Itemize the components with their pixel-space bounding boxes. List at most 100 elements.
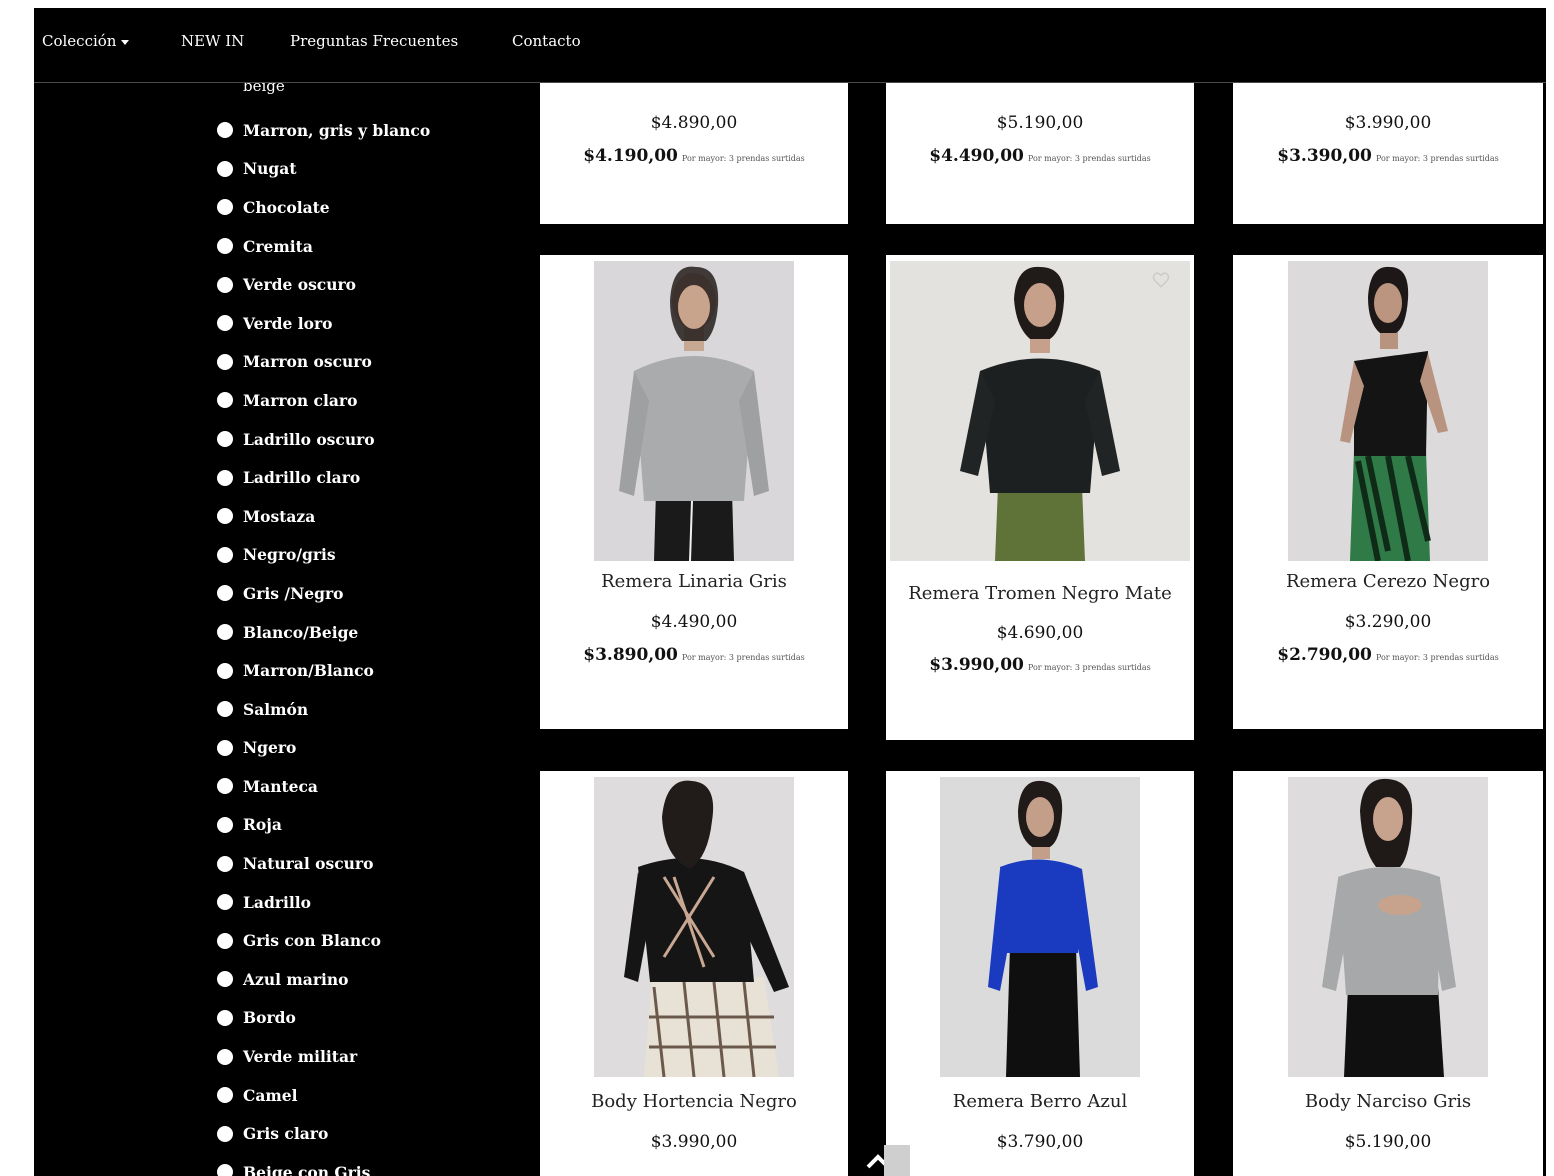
color-option[interactable]: Verde oscuro xyxy=(217,265,430,304)
color-option[interactable]: Marron, gris y blanco xyxy=(217,111,430,150)
radio-button[interactable] xyxy=(217,624,233,641)
radio-button[interactable] xyxy=(217,160,233,177)
radio-button[interactable] xyxy=(217,585,233,602)
product-card[interactable]: Remera Berro Azul $3.790,00 xyxy=(886,771,1194,1176)
color-option[interactable]: Roja xyxy=(217,806,430,845)
product-name[interactable]: Remera Tromen Negro Mate xyxy=(886,583,1194,604)
color-option[interactable]: Gris /Negro xyxy=(217,574,430,613)
radio-button[interactable] xyxy=(217,238,233,255)
color-option[interactable]: Chocolate xyxy=(217,188,430,227)
wholesale-price: $3.390,00 xyxy=(1277,146,1372,166)
color-option-label: Verde loro xyxy=(243,313,333,333)
radio-button[interactable] xyxy=(217,469,233,486)
wholesale-price: $3.990,00 xyxy=(929,655,1024,675)
radio-button[interactable] xyxy=(217,894,233,911)
color-option-label: Ladrillo oscuro xyxy=(243,429,375,449)
wholesale-price: $3.890,00 xyxy=(583,645,678,665)
color-option[interactable]: Ladrillo claro xyxy=(217,458,430,497)
color-option[interactable]: Marron/Blanco xyxy=(217,651,430,690)
heart-icon[interactable] xyxy=(1152,271,1170,289)
color-option[interactable]: Camel xyxy=(217,1076,430,1115)
color-option[interactable]: Natural oscuro xyxy=(217,844,430,883)
product-wholesale: $4.490,00 Por mayor: 3 prendas surtidas xyxy=(886,146,1194,166)
radio-button[interactable] xyxy=(217,1087,233,1104)
color-option[interactable]: Verde loro xyxy=(217,304,430,343)
radio-button[interactable] xyxy=(217,546,233,563)
radio-button[interactable] xyxy=(217,932,233,949)
color-option[interactable]: Nugat xyxy=(217,150,430,189)
radio-button[interactable] xyxy=(217,971,233,988)
color-option[interactable]: Marron oscuro xyxy=(217,343,430,382)
radio-button[interactable] xyxy=(217,1009,233,1026)
product-image[interactable] xyxy=(1288,777,1488,1077)
color-filter-sidebar: beige Marron, gris y blanco Nugat Chocolat… xyxy=(34,83,534,1176)
radio-button[interactable] xyxy=(217,431,233,448)
color-option[interactable]: Marron claro xyxy=(217,381,430,420)
product-image[interactable] xyxy=(890,261,1190,561)
radio-button[interactable] xyxy=(217,122,233,139)
color-option[interactable]: Bordo xyxy=(217,999,430,1038)
product-card[interactable]: $5.190,00 $4.490,00 Por mayor: 3 prendas … xyxy=(886,83,1194,224)
color-option[interactable]: Gris con Blanco xyxy=(217,921,430,960)
color-option[interactable]: Manteca xyxy=(217,767,430,806)
product-name[interactable]: Body Hortencia Negro xyxy=(540,1091,848,1112)
radio-button[interactable] xyxy=(217,816,233,833)
radio-button[interactable] xyxy=(217,392,233,409)
nav-coleccion[interactable]: Colección xyxy=(42,32,130,50)
product-card[interactable]: $3.990,00 $3.390,00 Por mayor: 3 prendas … xyxy=(1233,83,1543,224)
color-option[interactable]: Mostaza xyxy=(217,497,430,536)
color-option[interactable]: Verde militar xyxy=(217,1037,430,1076)
radio-button[interactable] xyxy=(217,1164,233,1176)
product-name[interactable]: Remera Linaria Gris xyxy=(540,571,848,592)
product-image[interactable] xyxy=(594,261,794,561)
radio-button[interactable] xyxy=(217,662,233,679)
radio-button[interactable] xyxy=(217,1048,233,1065)
color-option[interactable]: Blanco/Beige xyxy=(217,613,430,652)
product-card[interactable]: Remera Linaria Gris $4.490,00 $3.890,00 P… xyxy=(540,255,848,729)
product-name[interactable]: Body Narciso Gris xyxy=(1233,1091,1543,1112)
radio-button[interactable] xyxy=(217,508,233,525)
color-option[interactable]: Cremita xyxy=(217,227,430,266)
product-image[interactable] xyxy=(1288,261,1488,561)
nav-preguntas-frecuentes[interactable]: Preguntas Frecuentes xyxy=(290,32,458,50)
radio-button[interactable] xyxy=(217,778,233,795)
product-card[interactable]: Remera Tromen Negro Mate $4.690,00 $3.99… xyxy=(886,255,1194,740)
product-name[interactable]: Remera Cerezo Negro xyxy=(1233,571,1543,592)
nav-new-in[interactable]: NEW IN xyxy=(181,32,244,50)
product-card[interactable]: Body Narciso Gris $5.190,00 xyxy=(1233,771,1543,1176)
product-wholesale: $3.390,00 Por mayor: 3 prendas surtidas xyxy=(1233,146,1543,166)
color-option[interactable]: Salmón xyxy=(217,690,430,729)
color-option[interactable]: Ladrillo oscuro xyxy=(217,420,430,459)
color-option[interactable]: Ladrillo xyxy=(217,883,430,922)
color-option[interactable]: Beige con Gris xyxy=(217,1153,430,1176)
radio-button[interactable] xyxy=(217,739,233,756)
color-option-label: Cremita xyxy=(243,236,313,256)
nav-contacto[interactable]: Contacto xyxy=(512,32,581,50)
top-nav: Colección NEW IN Preguntas Frecuentes Co… xyxy=(34,8,1546,83)
product-image[interactable] xyxy=(940,777,1140,1077)
product-card[interactable]: $4.890,00 $4.190,00 Por mayor: 3 prendas … xyxy=(540,83,848,224)
radio-button[interactable] xyxy=(217,353,233,370)
wholesale-price: $4.190,00 xyxy=(583,146,678,166)
radio-button[interactable] xyxy=(217,701,233,718)
radio-button[interactable] xyxy=(217,855,233,872)
color-option-label: Manteca xyxy=(243,776,318,796)
radio-button[interactable] xyxy=(217,315,233,332)
radio-button[interactable] xyxy=(217,199,233,216)
product-name[interactable]: Remera Berro Azul xyxy=(886,1091,1194,1112)
color-option[interactable]: Gris claro xyxy=(217,1114,430,1153)
wholesale-price: $4.490,00 xyxy=(929,146,1024,166)
color-option-label: Marron, gris y blanco xyxy=(243,120,431,140)
wholesale-note: Por mayor: 3 prendas surtidas xyxy=(1375,653,1499,662)
radio-button[interactable] xyxy=(217,1125,233,1142)
product-image[interactable] xyxy=(594,777,794,1077)
color-option-label: Marron claro xyxy=(243,390,358,410)
radio-button[interactable] xyxy=(217,276,233,293)
product-card[interactable]: Remera Cerezo Negro $3.290,00 $2.790,00 P… xyxy=(1233,255,1543,729)
color-option[interactable]: Ngero xyxy=(217,729,430,768)
color-option[interactable]: Negro/gris xyxy=(217,536,430,575)
wholesale-note: Por mayor: 3 prendas surtidas xyxy=(681,154,805,163)
product-card[interactable]: Body Hortencia Negro $3.990,00 xyxy=(540,771,848,1176)
color-option[interactable]: Azul marino xyxy=(217,960,430,999)
color-option-label: Marron oscuro xyxy=(243,352,372,372)
